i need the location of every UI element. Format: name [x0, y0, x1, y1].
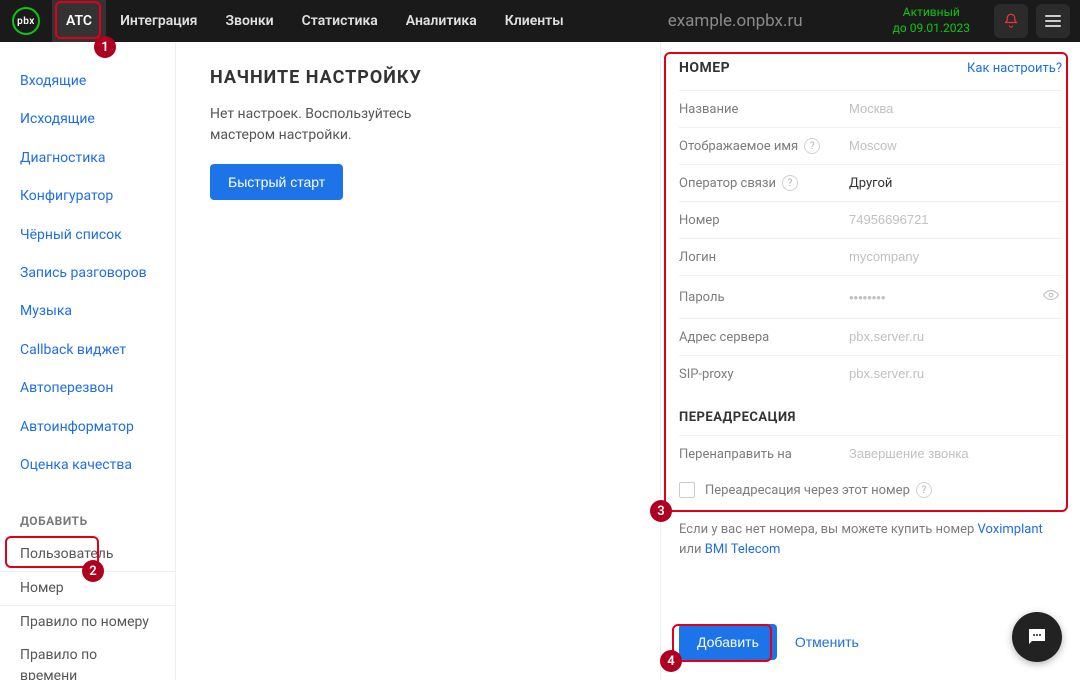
sidebar-informer[interactable]: Автоинформатор [0, 408, 175, 446]
panel-help-link[interactable]: Как настроить? [967, 61, 1062, 76]
right-panel: НОМЕР Как настроить? Название Отображаем… [660, 42, 1080, 680]
sidebar-inbound[interactable]: Входящие [0, 62, 175, 100]
display-input[interactable] [849, 138, 1062, 153]
nav-tab-analytics[interactable]: Аналитика [392, 0, 491, 42]
help-icon[interactable]: ? [782, 175, 798, 191]
sidebar-add-title: ДОБАВИТЬ [0, 514, 175, 538]
bell-icon [1002, 12, 1020, 30]
nav-tabs: АТС Интеграция Звонки Статистика Аналити… [52, 0, 578, 42]
logo[interactable]: pbx [0, 0, 52, 42]
nav-tab-stats[interactable]: Статистика [288, 0, 392, 42]
help-icon[interactable]: ? [916, 482, 932, 498]
voximplant-link[interactable]: Voximplant [978, 522, 1043, 537]
sidebar-blacklist[interactable]: Чёрный список [0, 216, 175, 254]
status-active: Активный [893, 5, 970, 21]
number-label: Номер [679, 213, 849, 228]
sidebar-configurator[interactable]: Конфигуратор [0, 177, 175, 215]
eye-icon[interactable] [1042, 286, 1062, 308]
sidebar: Входящие Исходящие Диагностика Конфигура… [0, 42, 176, 680]
sip-input[interactable] [849, 366, 1062, 381]
nav-tab-integration[interactable]: Интеграция [106, 0, 211, 42]
content-text: Нет настроек. Воспользуйтесь мастером на… [210, 104, 470, 146]
server-label: Адрес сервера [679, 330, 849, 345]
panel-title: НОМЕР [679, 60, 730, 76]
operator-label: Оператор связи [679, 176, 776, 191]
sip-label: SIP-proxy [679, 367, 849, 382]
step-badge-2: 2 [82, 560, 104, 582]
step-badge-4: 4 [660, 650, 682, 672]
nav-tab-atc[interactable]: АТС [52, 0, 106, 42]
login-label: Логин [679, 250, 849, 265]
content-heading: НАЧНИТЕ НАСТРОЙКУ [210, 67, 626, 88]
chat-icon [1025, 625, 1049, 649]
top-navbar: pbx АТС Интеграция Звонки Статистика Ана… [0, 0, 1080, 42]
sidebar-callback[interactable]: Callback виджет [0, 331, 175, 369]
redirect-input[interactable] [849, 446, 1062, 461]
logo-text: pbx [17, 16, 35, 27]
content-area: НАЧНИТЕ НАСТРОЙКУ Нет настроек. Воспольз… [176, 42, 660, 680]
nav-tab-calls[interactable]: Звонки [211, 0, 287, 42]
account-domain: example.onpbx.ru [578, 11, 893, 31]
notifications-button[interactable] [994, 4, 1028, 38]
forward-check-label: Переадресация через этот номер [705, 483, 910, 498]
chat-button[interactable] [1012, 612, 1062, 662]
sidebar-autoredial[interactable]: Автоперезвон [0, 369, 175, 407]
sidebar-outbound[interactable]: Исходящие [0, 100, 175, 138]
sidebar-music[interactable]: Музыка [0, 292, 175, 330]
operator-select[interactable]: Другой [849, 176, 1062, 191]
subscription-status: Активный до 09.01.2023 [893, 5, 970, 36]
menu-button[interactable] [1036, 4, 1070, 38]
sidebar-quality[interactable]: Оценка качества [0, 446, 175, 484]
menu-icon [1045, 15, 1061, 17]
nav-tab-clients[interactable]: Клиенты [491, 0, 578, 42]
forward-heading: ПЕРЕАДРЕСАЦИЯ [679, 392, 1062, 435]
password-input[interactable] [849, 290, 1042, 305]
sidebar-diagnostics[interactable]: Диагностика [0, 139, 175, 177]
sidebar-recording[interactable]: Запись разговоров [0, 254, 175, 292]
step-badge-1: 1 [94, 36, 116, 58]
display-label: Отображаемое имя [679, 139, 798, 154]
bmi-link[interactable]: BMI Telecom [705, 542, 781, 557]
server-input[interactable] [849, 329, 1062, 344]
add-button[interactable]: Добавить [679, 624, 777, 660]
status-until: до 09.01.2023 [893, 21, 970, 37]
password-label: Пароль [679, 290, 849, 305]
number-input[interactable] [849, 212, 1062, 227]
forward-checkbox[interactable] [679, 482, 695, 498]
sidebar-add-rule-time[interactable]: Правило по времени [0, 639, 175, 680]
name-input[interactable] [849, 101, 1062, 116]
cancel-button[interactable]: Отменить [795, 634, 859, 650]
redirect-label: Перенаправить на [679, 447, 849, 462]
name-label: Название [679, 102, 849, 117]
login-input[interactable] [849, 249, 1062, 264]
main-layout: Входящие Исходящие Диагностика Конфигура… [0, 42, 1080, 680]
buy-number-hint: Если у вас нет номера, вы можете купить … [679, 508, 1062, 559]
sidebar-add-rule-number[interactable]: Правило по номеру [0, 606, 175, 639]
quickstart-button[interactable]: Быстрый старт [210, 164, 343, 200]
help-icon[interactable]: ? [804, 138, 820, 154]
step-badge-3: 3 [650, 500, 672, 522]
